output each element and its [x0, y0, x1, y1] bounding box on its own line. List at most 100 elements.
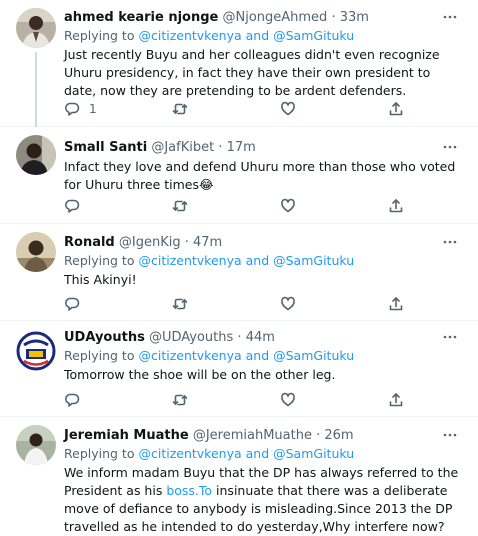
- like-button[interactable]: [280, 392, 296, 408]
- like-icon: [281, 198, 295, 213]
- replying-to-label: Replying to: [64, 253, 135, 268]
- mention-link[interactable]: @citizentvkenya: [138, 28, 241, 43]
- share-icon: [389, 199, 403, 213]
- like-icon: [281, 296, 295, 311]
- like-button[interactable]: [280, 101, 296, 117]
- author-handle[interactable]: @NjongeAhmed: [222, 10, 327, 25]
- author-handle[interactable]: @IgenKig: [119, 235, 181, 250]
- replying-to-label: Replying to: [64, 348, 135, 363]
- tweet-text: Tomorrow the shoe will be on the other l…: [64, 367, 336, 382]
- mention-and: and: [245, 446, 270, 461]
- author-name[interactable]: Small Santi: [64, 140, 147, 155]
- avatar[interactable]: [16, 8, 56, 48]
- reply-icon: [65, 102, 80, 116]
- reply-icon: [65, 199, 80, 213]
- thread-line: [35, 52, 37, 127]
- replying-to: Replying to @citizentvkenya and @SamGitu…: [64, 347, 466, 364]
- share-icon: [389, 297, 403, 311]
- author-handle[interactable]: @JeremiahMuathe: [193, 428, 312, 443]
- mention-link[interactable]: @SamGituku: [273, 446, 354, 461]
- mention-link[interactable]: @citizentvkenya: [138, 253, 241, 268]
- separator-dot: ·: [331, 10, 336, 25]
- share-button[interactable]: [388, 296, 404, 312]
- tweet-time[interactable]: 26m: [324, 428, 353, 443]
- like-button[interactable]: [280, 198, 296, 214]
- retweet-icon: [172, 103, 188, 115]
- avatar[interactable]: [16, 232, 56, 272]
- share-icon: [389, 102, 403, 116]
- author-name[interactable]: UDAyouths: [64, 330, 145, 345]
- replying-to: Replying to @citizentvkenya and @SamGitu…: [64, 252, 466, 269]
- reply-button[interactable]: [64, 296, 80, 312]
- mention-link[interactable]: @citizentvkenya: [138, 348, 241, 363]
- tweet-header: UDAyouths @UDAyouths · 44m: [64, 329, 466, 346]
- share-icon: [389, 393, 403, 407]
- share-button[interactable]: [388, 101, 404, 117]
- tweet-actions: 1: [64, 101, 414, 121]
- tweet-actions: [64, 296, 414, 316]
- author-name[interactable]: Jeremiah Muathe: [64, 428, 189, 443]
- avatar[interactable]: [16, 135, 56, 175]
- inline-link[interactable]: boss.To: [166, 483, 212, 498]
- author-name[interactable]: Ronald: [64, 235, 115, 250]
- more-options-icon[interactable]: [440, 139, 460, 156]
- tweet-text-body: Infact they love and defend Uhuru more t…: [64, 159, 456, 192]
- mention-and: and: [245, 348, 270, 363]
- replying-to: Replying to @citizentvkenya and @SamGitu…: [64, 445, 466, 462]
- tweet-text: Infact they love and defend Uhuru more t…: [64, 158, 466, 194]
- tweet[interactable]: ahmed kearie njonge @NjongeAhmed · 33m R…: [0, 0, 478, 127]
- separator-dot: ·: [184, 235, 189, 250]
- tweet-text: This Akinyi!: [64, 272, 137, 287]
- avatar[interactable]: [16, 331, 56, 371]
- author-name[interactable]: ahmed kearie njonge: [64, 10, 218, 25]
- tweet-actions: [64, 392, 414, 412]
- mention-link[interactable]: @citizentvkenya: [138, 446, 241, 461]
- tweet-time[interactable]: 17m: [227, 140, 256, 155]
- like-button[interactable]: [280, 296, 296, 312]
- retweet-button[interactable]: [172, 198, 188, 214]
- author-handle[interactable]: @UDAyouths: [149, 330, 233, 345]
- tweet-time[interactable]: 33m: [340, 10, 369, 25]
- tweet[interactable]: Ronald @IgenKig · 47m Replying to @citiz…: [0, 224, 478, 321]
- tweet-text: We inform madam Buyu that the DP has alw…: [64, 464, 466, 536]
- replying-to: Replying to @citizentvkenya and @SamGitu…: [64, 27, 466, 44]
- reply-button[interactable]: [64, 392, 80, 408]
- more-options-icon[interactable]: [440, 329, 460, 346]
- tweet-header: Ronald @IgenKig · 47m: [64, 234, 466, 251]
- avatar[interactable]: [16, 425, 56, 465]
- retweet-icon: [172, 394, 188, 406]
- like-icon: [281, 392, 295, 407]
- tweet[interactable]: Jeremiah Muathe @JeremiahMuathe · 26m Re…: [0, 417, 478, 534]
- mention-link[interactable]: @SamGituku: [273, 253, 354, 268]
- tweet[interactable]: Small Santi @JafKibet · 17m Infact they …: [0, 127, 478, 224]
- tweet-text: Just recently Buyu and her colleagues di…: [64, 47, 440, 98]
- tweet-header: ahmed kearie njonge @NjongeAhmed · 33m: [64, 9, 466, 26]
- retweet-button[interactable]: [172, 392, 188, 408]
- tweet-time[interactable]: 44m: [246, 330, 275, 345]
- replying-to-label: Replying to: [64, 446, 135, 461]
- reply-button[interactable]: 1: [64, 101, 97, 117]
- more-options-icon[interactable]: [440, 9, 460, 26]
- separator-dot: ·: [218, 140, 223, 155]
- tweet[interactable]: UDAyouths @UDAyouths · 44m Replying to @…: [0, 321, 478, 417]
- retweet-button[interactable]: [172, 101, 188, 117]
- separator-dot: ·: [316, 428, 321, 443]
- tweet-header: Small Santi @JafKibet · 17m: [64, 139, 466, 156]
- reply-button[interactable]: [64, 198, 80, 214]
- more-options-icon[interactable]: [440, 427, 460, 444]
- retweet-icon: [172, 298, 188, 310]
- retweet-button[interactable]: [172, 296, 188, 312]
- laughing-emoji-icon: 😂: [199, 177, 214, 192]
- share-button[interactable]: [388, 392, 404, 408]
- mention-link[interactable]: @SamGituku: [273, 28, 354, 43]
- reply-icon: [65, 393, 80, 407]
- tweet-actions: [64, 198, 414, 218]
- reply-count: 1: [89, 102, 97, 116]
- more-options-icon[interactable]: [440, 234, 460, 251]
- reply-icon: [65, 297, 80, 311]
- tweet-time[interactable]: 47m: [193, 235, 222, 250]
- mention-link[interactable]: @SamGituku: [273, 348, 354, 363]
- share-button[interactable]: [388, 198, 404, 214]
- reply-feed: ahmed kearie njonge @NjongeAhmed · 33m R…: [0, 0, 478, 534]
- author-handle[interactable]: @JafKibet: [151, 140, 214, 155]
